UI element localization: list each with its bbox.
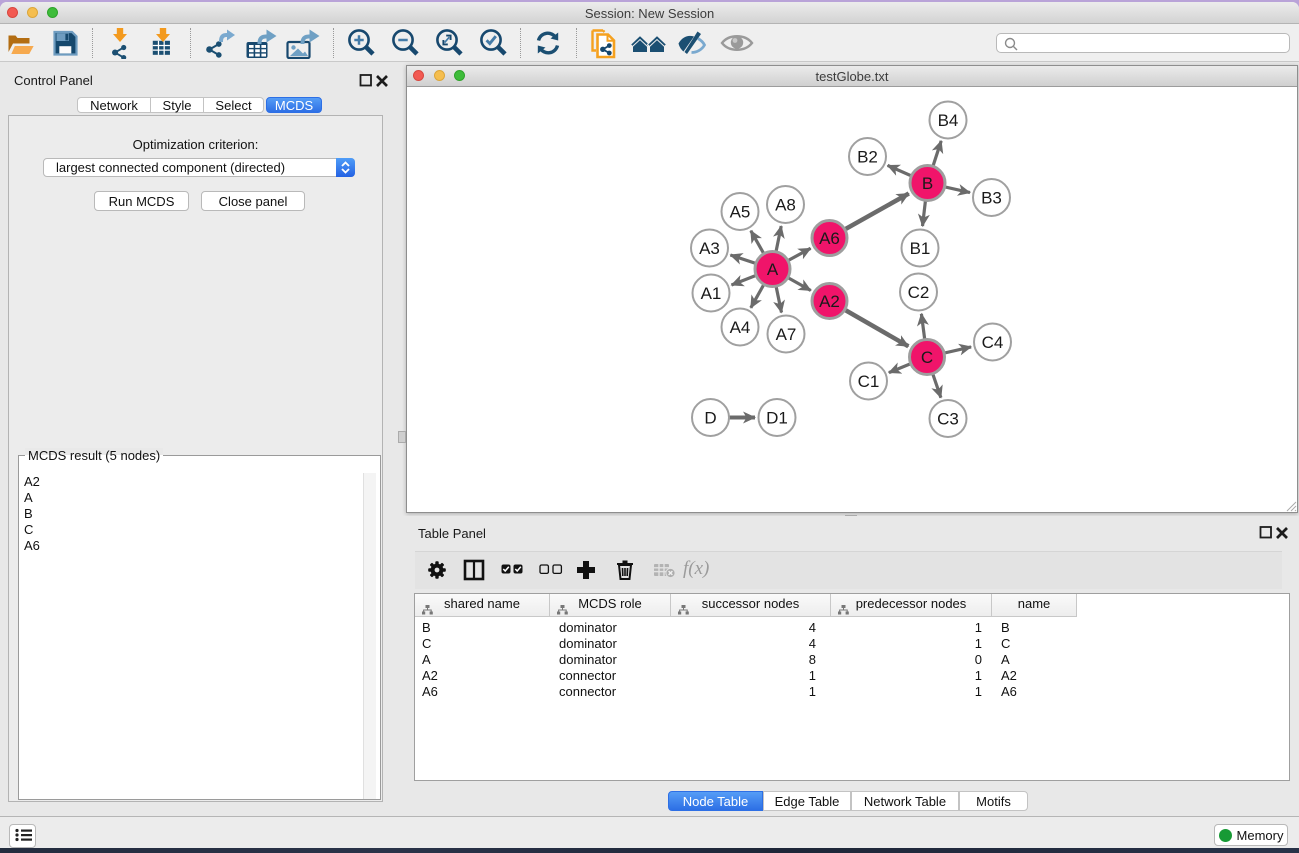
svg-text:A2: A2 (819, 292, 840, 311)
svg-text:B3: B3 (981, 189, 1002, 208)
svg-text:A5: A5 (730, 203, 751, 222)
svg-text:C4: C4 (982, 333, 1004, 352)
svg-text:B2: B2 (857, 148, 878, 167)
svg-text:C1: C1 (858, 372, 880, 391)
svg-text:A6: A6 (819, 229, 840, 248)
svg-text:B4: B4 (938, 111, 959, 130)
svg-text:C: C (921, 348, 933, 367)
svg-text:C2: C2 (908, 283, 930, 302)
svg-text:A7: A7 (776, 325, 797, 344)
svg-text:B1: B1 (910, 239, 931, 258)
svg-text:A8: A8 (775, 196, 796, 215)
svg-text:B: B (922, 174, 933, 193)
svg-text:A3: A3 (699, 239, 720, 258)
svg-text:C3: C3 (937, 410, 959, 429)
svg-text:A: A (767, 260, 779, 279)
svg-text:A4: A4 (730, 318, 751, 337)
svg-text:D: D (704, 409, 716, 428)
svg-text:D1: D1 (766, 409, 788, 428)
svg-text:A1: A1 (701, 284, 722, 303)
